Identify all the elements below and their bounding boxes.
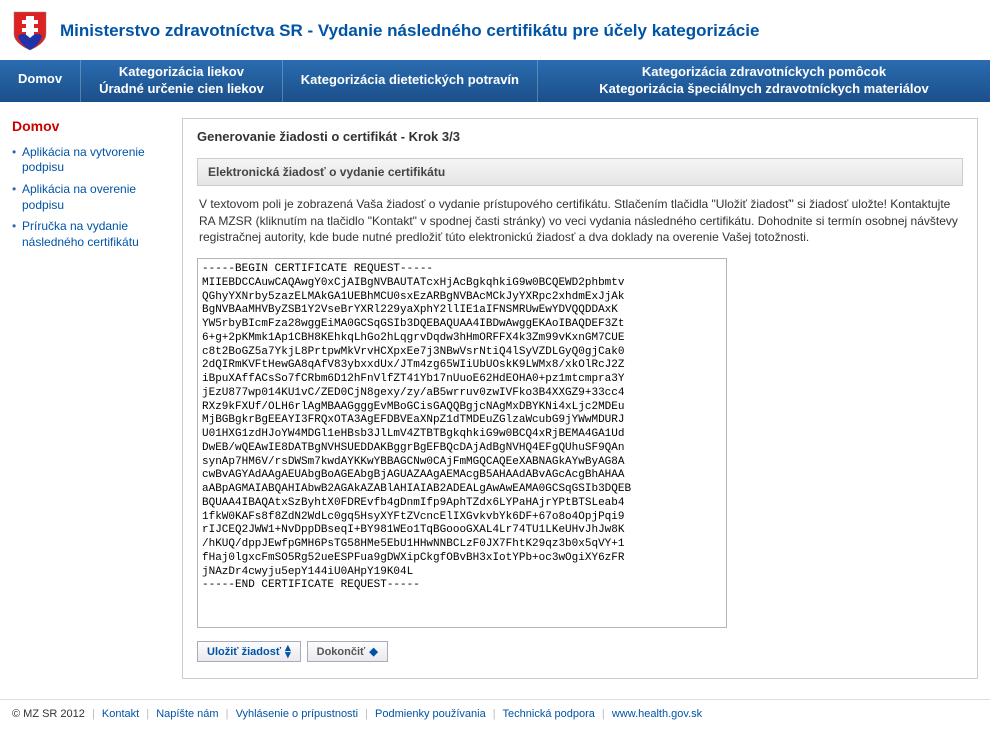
instructions-text: V textovom poli je zobrazená Vaša žiados… xyxy=(199,196,961,246)
footer: © MZ SR 2012 | Kontakt | Napíšte nám | V… xyxy=(0,699,990,728)
footer-link-terms[interactable]: Podmienky používania xyxy=(375,708,486,720)
finish-label: Dokončiť xyxy=(317,646,366,658)
footer-link-health[interactable]: www.health.gov.sk xyxy=(612,708,702,720)
arrow-left-icon: ◆ xyxy=(369,645,377,658)
certificate-request-textarea[interactable] xyxy=(197,258,727,628)
nav-drugs-line1: Kategorizácia liekov xyxy=(99,64,264,81)
finish-button[interactable]: Dokončiť ◆ xyxy=(307,641,388,662)
save-request-button[interactable]: Uložiť žiadosť ▴▾ xyxy=(197,641,301,662)
nav-drugs[interactable]: Kategorizácia liekov Úradné určenie cien… xyxy=(81,60,283,102)
sidebar-title: Domov xyxy=(12,118,170,134)
save-label: Uložiť žiadosť xyxy=(207,646,281,658)
national-shield-icon xyxy=(12,10,48,52)
nav-dietetics[interactable]: Kategorizácia dietetických potravín xyxy=(283,60,538,102)
sidebar-link-verify-sig[interactable]: Aplikácia na overenie podpisu xyxy=(22,182,136,212)
nav-medical-aids[interactable]: Kategorizácia zdravotníckych pomôcok Kat… xyxy=(538,60,990,102)
nav-medical-aids-line1: Kategorizácia zdravotníckych pomôcok xyxy=(556,64,972,81)
copyright: © MZ SR 2012 xyxy=(12,708,85,720)
app-title: Ministerstvo zdravotníctva SR - Vydanie … xyxy=(60,21,759,41)
main-nav: Domov Kategorizácia liekov Úradné určeni… xyxy=(0,60,990,102)
footer-link-support[interactable]: Technická podpora xyxy=(503,708,595,720)
nav-home[interactable]: Domov xyxy=(0,60,81,102)
sidebar: Domov Aplikácia na vytvorenie podpisu Ap… xyxy=(12,118,182,680)
sidebar-item: Príručka na vydanie následného certifiká… xyxy=(12,216,170,253)
footer-link-contact[interactable]: Kontakt xyxy=(102,708,139,720)
footer-link-write[interactable]: Napíšte nám xyxy=(156,708,218,720)
nav-drugs-line2: Úradné určenie cien liekov xyxy=(99,81,264,98)
section-title: Elektronická žiadosť o vydanie certifiká… xyxy=(197,158,963,186)
nav-dietetics-line1: Kategorizácia dietetických potravín xyxy=(301,72,519,89)
header: Ministerstvo zdravotníctva SR - Vydanie … xyxy=(0,0,990,60)
sidebar-link-cert-guide[interactable]: Príručka na vydanie následného certifiká… xyxy=(22,219,139,249)
sidebar-item: Aplikácia na overenie podpisu xyxy=(12,179,170,216)
page-heading: Generovanie žiadosti o certifikát - Krok… xyxy=(197,129,963,144)
main-panel: Generovanie žiadosti o certifikát - Krok… xyxy=(182,118,978,680)
footer-link-accessibility[interactable]: Vyhlásenie o prípustnosti xyxy=(236,708,359,720)
sidebar-link-create-sig[interactable]: Aplikácia na vytvorenie podpisu xyxy=(22,145,145,175)
expand-icon: ▴▾ xyxy=(285,645,291,658)
nav-medical-aids-line2: Kategorizácia špeciálnych zdravotníckych… xyxy=(556,81,972,98)
sidebar-item: Aplikácia na vytvorenie podpisu xyxy=(12,142,170,179)
